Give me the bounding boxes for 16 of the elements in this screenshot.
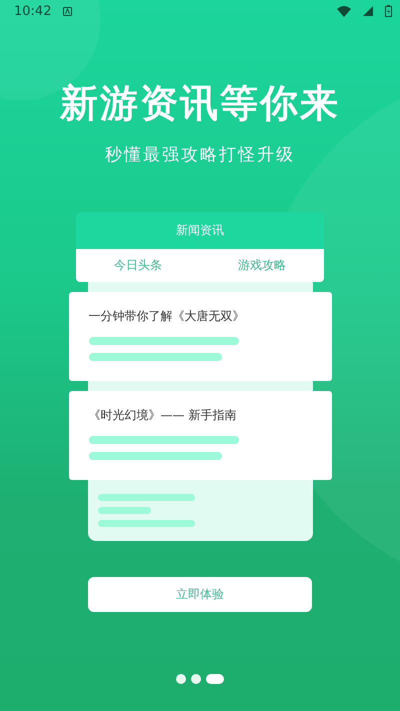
- article-title: 一分钟带你了解《大唐无双》: [88, 308, 246, 325]
- article-card[interactable]: 一分钟带你了解《大唐无双》: [68, 292, 332, 381]
- article-title: 《时光幻境》—— 新手指南: [88, 407, 238, 424]
- wifi-icon: [337, 6, 351, 16]
- article-card[interactable]: 《时光幻境》—— 新手指南: [68, 391, 332, 480]
- status-time: 10:42: [14, 4, 52, 18]
- headline: 新游资讯等你来: [60, 80, 340, 127]
- notification-icon: [63, 6, 72, 16]
- battery-icon: [385, 5, 392, 17]
- placeholder-line: [98, 507, 150, 514]
- subtitle: 秒懂最强攻略打怪升级: [105, 144, 295, 166]
- signal-icon: [363, 6, 373, 16]
- tab[interactable]: 今日头条: [110, 255, 166, 276]
- tab[interactable]: 游戏攻略: [234, 255, 290, 276]
- try-now-button[interactable]: 立即体验: [88, 577, 312, 612]
- card-header: 新闻资讯: [76, 212, 324, 249]
